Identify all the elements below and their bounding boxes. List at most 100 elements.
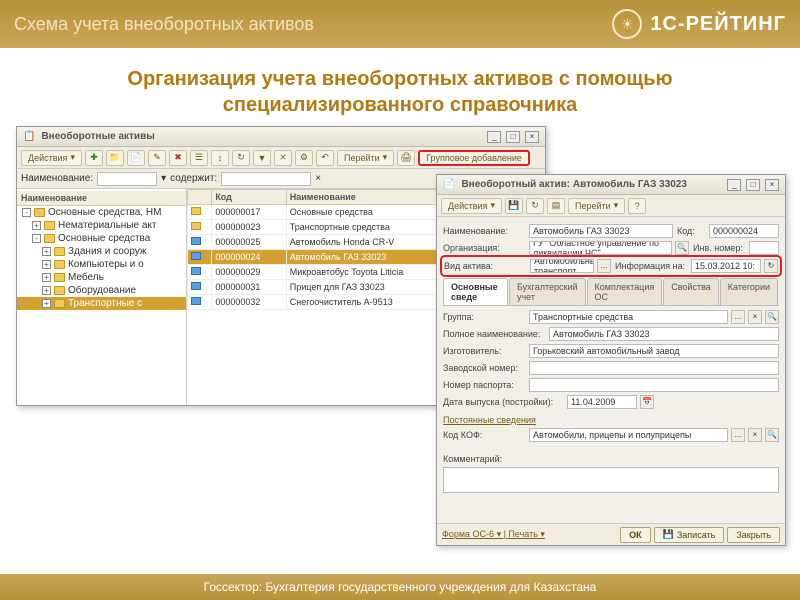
fullname-field[interactable]: Автомобиль ГАЗ 33023 <box>549 327 779 341</box>
goto-menu[interactable]: Перейти ▾ <box>337 150 394 166</box>
serial-field[interactable] <box>529 361 779 375</box>
column-header[interactable]: Наименование <box>286 190 458 205</box>
name-field[interactable]: Автомобиль ГАЗ 33023 <box>529 224 673 238</box>
folder-icon <box>44 221 55 230</box>
info-date-field[interactable]: 15.03.2012 10: <box>691 259 761 273</box>
section-permanent[interactable]: Постоянные сведения <box>443 415 779 425</box>
goto-menu[interactable]: Перейти ▾ <box>568 198 625 214</box>
filter-contains-input[interactable] <box>221 172 311 186</box>
expand-icon[interactable]: - <box>32 234 41 243</box>
tree-item[interactable]: +Нематериальные акт <box>17 219 186 232</box>
folder-icon <box>44 234 55 243</box>
save-button[interactable]: 💾 Записать <box>654 527 725 543</box>
tab[interactable]: Комплектация ОС <box>587 278 663 305</box>
type-field[interactable]: Автомобильный транспорт <box>530 259 594 273</box>
kof-clear-button[interactable]: × <box>748 428 762 442</box>
filter-button[interactable]: ▼ <box>253 150 271 166</box>
item-icon <box>191 282 201 290</box>
maker-field[interactable]: Горьковский автомобильный завод <box>529 344 779 358</box>
close-button[interactable]: × <box>765 179 779 191</box>
copy-button[interactable]: 📄 <box>127 150 145 166</box>
add-button[interactable]: ✚ <box>85 150 103 166</box>
type-pick-button[interactable]: ... <box>597 259 611 273</box>
group-add-button[interactable]: Групповое добавление <box>418 150 530 166</box>
folder-icon <box>191 207 201 215</box>
org-pick-button[interactable]: 🔍 <box>675 241 689 255</box>
expand-icon[interactable]: + <box>42 299 51 308</box>
refresh-button[interactable]: ↻ <box>526 198 544 214</box>
folder-icon <box>54 260 65 269</box>
hierarchy-button[interactable]: ☰ <box>190 150 208 166</box>
edit-button[interactable]: ✎ <box>148 150 166 166</box>
tab[interactable]: Основные сведе <box>443 278 508 305</box>
expand-icon[interactable]: + <box>32 221 41 230</box>
ok-button[interactable]: ОК <box>620 527 651 543</box>
maker-label: Изготовитель: <box>443 346 525 356</box>
tree-item[interactable]: +Здания и сооруж <box>17 245 186 258</box>
help-button[interactable]: ? <box>628 198 646 214</box>
tree-item[interactable]: +Компьютеры и о <box>17 258 186 271</box>
kof-pick-button[interactable]: ... <box>731 428 745 442</box>
minimize-button[interactable]: _ <box>727 179 741 191</box>
filter-name-input[interactable] <box>97 172 157 186</box>
tree-item[interactable]: +Транспортные с <box>17 297 186 310</box>
expand-icon[interactable]: + <box>42 286 51 295</box>
info-refresh-button[interactable]: ↻ <box>764 259 778 273</box>
expand-icon[interactable]: - <box>22 208 31 217</box>
tab[interactable]: Свойства <box>663 278 719 305</box>
date-field[interactable]: 11.04.2009 <box>567 395 637 409</box>
close-button[interactable]: × <box>525 131 539 143</box>
group-clear-button[interactable]: × <box>748 310 762 324</box>
delete-button[interactable]: ✖ <box>169 150 187 166</box>
tab[interactable]: Категории <box>720 278 778 305</box>
comment-label: Комментарий: <box>443 454 502 464</box>
refresh-button[interactable]: ↻ <box>232 150 250 166</box>
org-field[interactable]: ГУ "Областное управление по ликвидации Ч… <box>529 241 672 255</box>
kof-field[interactable]: Автомобили, прицепы и полуприцепы <box>529 428 728 442</box>
folder-icon <box>54 286 65 295</box>
tree-item[interactable]: +Мебель <box>17 271 186 284</box>
filter-clear-icon[interactable]: × <box>315 173 321 184</box>
move-up-button[interactable]: ↕ <box>211 150 229 166</box>
tree-item[interactable]: +Оборудование <box>17 284 186 297</box>
tree-item[interactable]: -Основные средства, НМ <box>17 206 186 219</box>
slide-subtitle: Схема учета внеоборотных активов <box>14 14 612 35</box>
tab[interactable]: Бухгалтерский учет <box>509 278 586 305</box>
actions-menu[interactable]: Действия ▾ <box>21 150 82 166</box>
column-header[interactable] <box>188 190 212 205</box>
minimize-button[interactable]: _ <box>487 131 501 143</box>
filter-dropdown-icon[interactable]: ▾ <box>161 173 166 184</box>
date-picker-button[interactable]: 📅 <box>640 395 654 409</box>
maximize-button[interactable]: □ <box>746 179 760 191</box>
inv-field[interactable] <box>749 241 779 255</box>
window-icon: 📄 <box>443 179 455 190</box>
group-field[interactable]: Транспортные средства <box>529 310 728 324</box>
passport-field[interactable] <box>529 378 779 392</box>
column-header[interactable]: Код <box>212 190 286 205</box>
expand-icon[interactable]: + <box>42 273 51 282</box>
print-button[interactable]: 🖨 <box>397 150 415 166</box>
kof-open-button[interactable]: 🔍 <box>765 428 779 442</box>
settings-button[interactable]: ⚙ <box>295 150 313 166</box>
expand-icon[interactable]: + <box>42 260 51 269</box>
date-label: Дата выпуска (постройки): <box>443 397 563 407</box>
toggle-button[interactable]: ▤ <box>547 198 565 214</box>
add-folder-button[interactable]: 📁 <box>106 150 124 166</box>
code-label: Код: <box>677 226 705 236</box>
detail-toolbar: Действия ▾ 💾 ↻ ▤ Перейти ▾ ? <box>437 195 785 217</box>
clear-filter-button[interactable]: ⨯ <box>274 150 292 166</box>
maximize-button[interactable]: □ <box>506 131 520 143</box>
undo-button[interactable]: ↶ <box>316 150 334 166</box>
detail-window: 📄 Внеоборотный актив: Автомобиль ГАЗ 330… <box>436 174 786 546</box>
folder-icon <box>54 299 65 308</box>
comment-field[interactable] <box>443 467 779 493</box>
tree-item[interactable]: -Основные средства <box>17 232 186 245</box>
save-button[interactable]: 💾 <box>505 198 523 214</box>
expand-icon[interactable]: + <box>42 247 51 256</box>
close-button[interactable]: Закрыть <box>727 527 780 543</box>
form-link[interactable]: Форма ОС-6 ▾ | Печать ▾ <box>442 529 545 540</box>
group-pick-button[interactable]: ... <box>731 310 745 324</box>
actions-menu[interactable]: Действия ▾ <box>441 198 502 214</box>
group-open-button[interactable]: 🔍 <box>765 310 779 324</box>
code-field[interactable]: 000000024 <box>709 224 779 238</box>
